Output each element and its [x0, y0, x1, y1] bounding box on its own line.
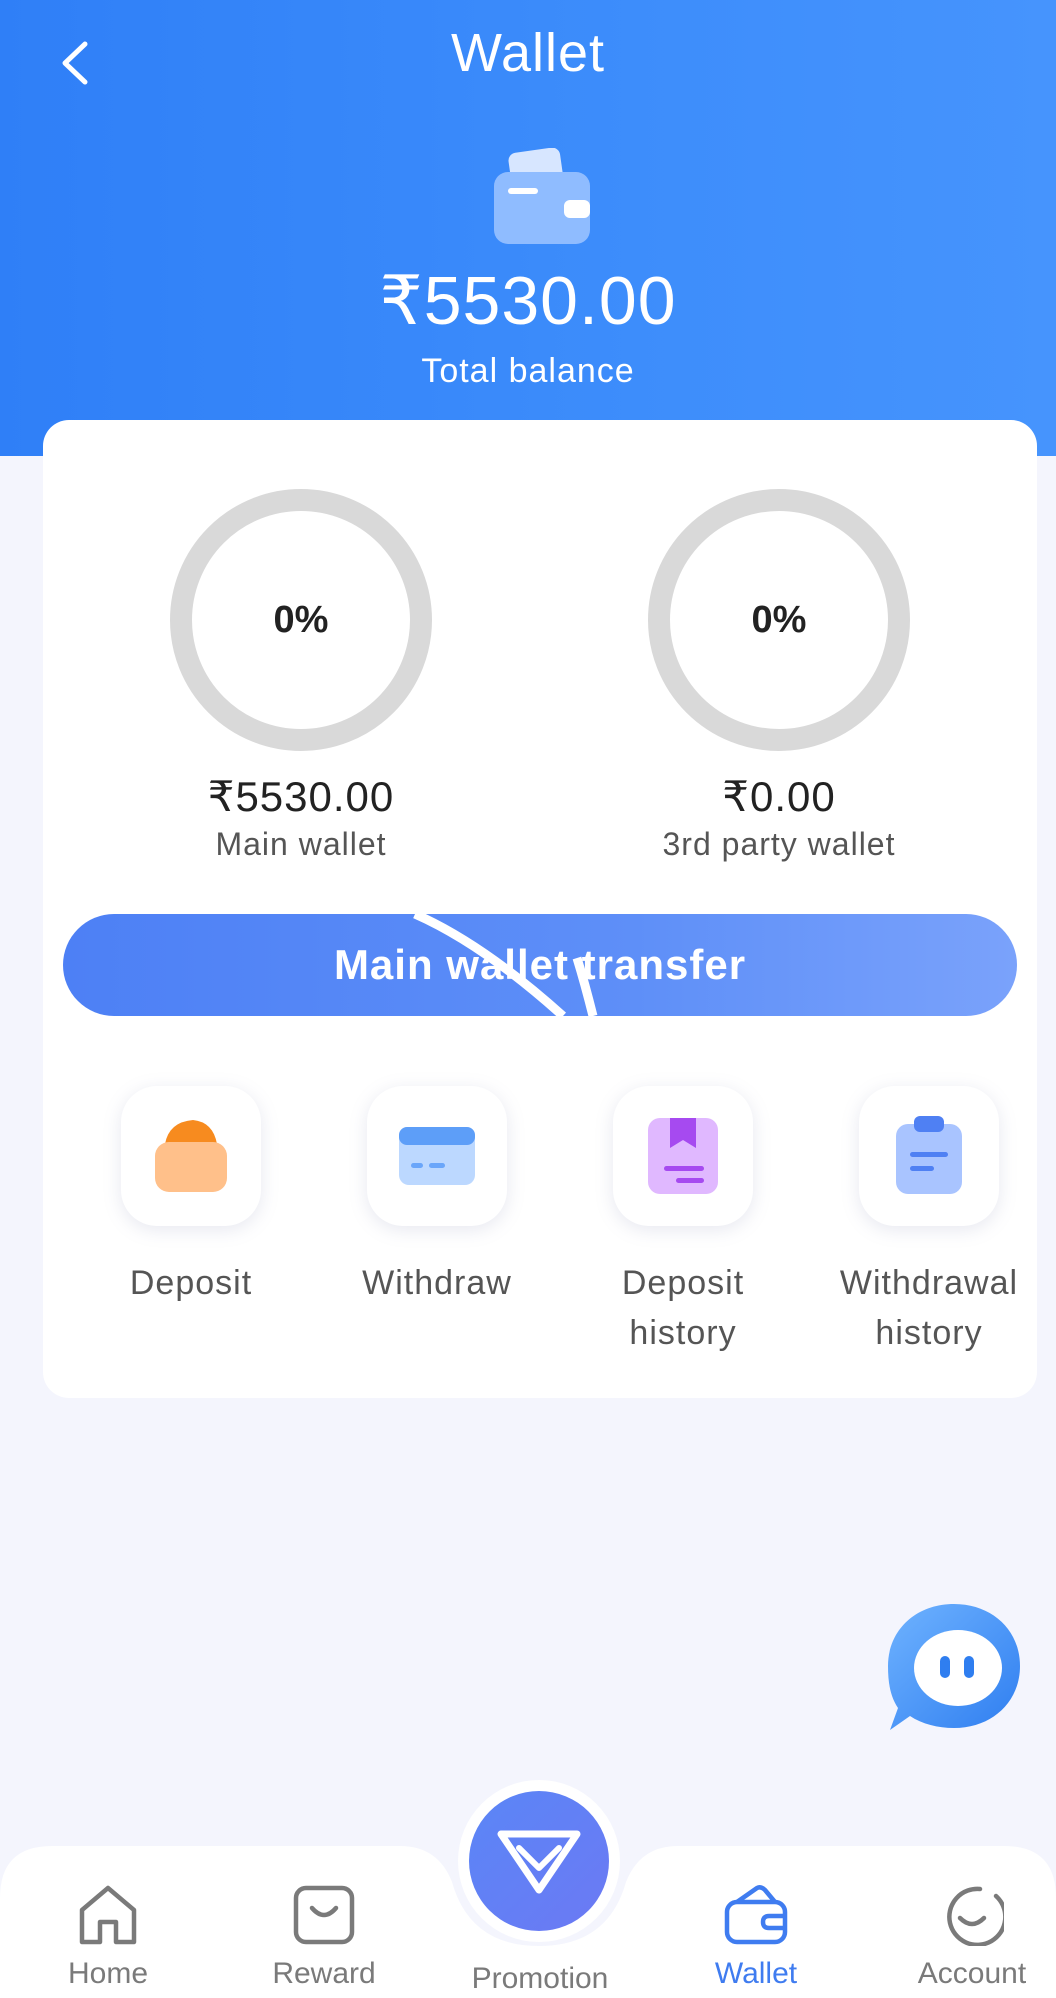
deposit-history-tile — [613, 1086, 753, 1226]
main-wallet-label: Main wallet — [215, 826, 387, 862]
promotion-circle — [469, 1791, 609, 1931]
home-icon — [79, 1885, 137, 1945]
transfer-button-label: Main wallet transfer — [333, 941, 747, 988]
tab-home-label: Home — [67, 1957, 149, 1990]
withdraw-label: Withdraw — [362, 1264, 512, 1302]
tab-promotion-button[interactable] — [458, 1780, 620, 1942]
main-wallet-gauge: 0% — [169, 488, 433, 752]
page-title: Wallet — [450, 23, 606, 83]
deposit-history-action[interactable]: Deposit history — [563, 1086, 803, 1358]
diamond-icon — [497, 1830, 581, 1894]
tab-home[interactable]: Home — [28, 1884, 188, 1991]
deposit-action[interactable]: Deposit — [71, 1086, 311, 1308]
tab-reward[interactable]: Reward — [244, 1884, 404, 1991]
withdrawal-history-tile — [859, 1086, 999, 1226]
withdrawal-history-label-line2: history — [875, 1314, 983, 1352]
withdraw-action[interactable]: Withdraw — [317, 1086, 557, 1308]
tab-account-label: Account — [917, 1957, 1027, 1990]
main-wallet-percent: 0% — [273, 598, 329, 641]
deposit-tile — [121, 1086, 261, 1226]
tab-wallet-label: Wallet — [714, 1957, 798, 1990]
main-wallet-amount: ₹5530.00 — [207, 773, 395, 820]
withdrawal-history-label-line1: Withdrawal — [839, 1264, 1019, 1302]
withdrawal-history-action[interactable]: Withdrawal history — [809, 1086, 1049, 1358]
third-party-wallet-label: 3rd party wallet — [662, 826, 896, 862]
third-party-wallet-gauge: 0% — [647, 488, 911, 752]
deposit-history-label-line1: Deposit — [621, 1264, 745, 1302]
chat-support-button[interactable] — [882, 1598, 1026, 1742]
tab-wallet[interactable]: Wallet — [676, 1884, 836, 1991]
withdraw-icon — [399, 1127, 475, 1185]
reward-icon — [293, 1885, 355, 1945]
deposit-icon — [155, 1120, 227, 1192]
main-wallet-transfer-button[interactable]: Main wallet transfer — [63, 914, 1017, 1016]
header: Wallet ₹5530.00 Total balance — [0, 0, 1056, 456]
deposit-history-label-line2: history — [629, 1314, 737, 1352]
third-party-wallet-percent: 0% — [751, 598, 807, 641]
withdraw-tile — [367, 1086, 507, 1226]
account-icon — [947, 1886, 1008, 1948]
tab-reward-label: Reward — [272, 1957, 376, 1990]
total-balance-amount: ₹5530.00 — [379, 263, 677, 339]
deposit-label: Deposit — [129, 1264, 253, 1302]
chat-icon — [888, 1604, 1020, 1730]
tab-account[interactable]: Account — [892, 1884, 1052, 1991]
tab-promotion-label: Promotion — [471, 1962, 609, 1995]
wallet-icon — [494, 148, 590, 244]
wallet-tab-icon — [724, 1885, 788, 1945]
deposit-history-icon — [648, 1118, 718, 1194]
total-balance-label: Total balance — [421, 352, 635, 390]
withdrawal-history-icon — [896, 1116, 962, 1194]
third-party-wallet-amount: ₹0.00 — [722, 773, 836, 820]
wallet-card: 0% ₹5530.00 Main wallet 0% ₹0.00 3rd par… — [43, 420, 1037, 1398]
